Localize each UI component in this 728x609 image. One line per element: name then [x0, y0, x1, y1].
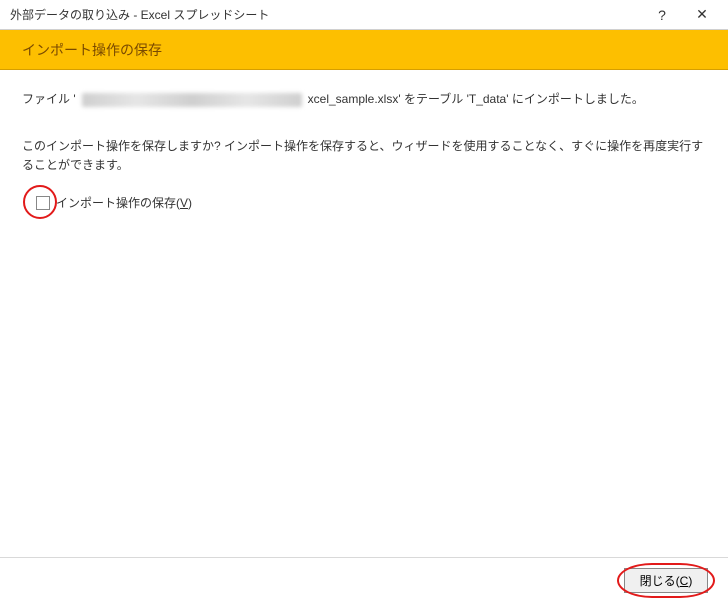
- file-suffix-text: xcel_sample.xlsx' をテーブル 'T_data' にインポートし…: [308, 90, 644, 109]
- checkbox-accelerator: V: [180, 196, 188, 210]
- window-title: 外部データの取り込み - Excel スプレッドシート: [10, 6, 642, 23]
- checkbox-label-prefix: インポート操作の保存(: [56, 196, 180, 210]
- save-import-checkbox-row[interactable]: インポート操作の保存(V): [36, 194, 706, 213]
- save-import-checkbox-label: インポート操作の保存(V): [56, 194, 192, 213]
- content-area: ファイル ' xcel_sample.xlsx' をテーブル 'T_data' …: [0, 70, 728, 213]
- wizard-header: インポート操作の保存: [0, 30, 728, 70]
- help-button[interactable]: ?: [642, 1, 682, 29]
- titlebar: 外部データの取り込み - Excel スプレッドシート ? ✕: [0, 0, 728, 30]
- footer: 閉じる(C): [0, 557, 728, 599]
- save-import-checkbox[interactable]: [36, 196, 50, 210]
- close-button[interactable]: 閉じる(C): [624, 568, 708, 593]
- redacted-path: [82, 93, 302, 107]
- import-result-line: ファイル ' xcel_sample.xlsx' をテーブル 'T_data' …: [22, 90, 706, 109]
- close-label-prefix: 閉じる(: [640, 574, 680, 588]
- file-prefix-text: ファイル ': [22, 90, 76, 109]
- wizard-title: インポート操作の保存: [22, 40, 162, 60]
- checkbox-label-suffix: ): [188, 196, 192, 210]
- close-label-suffix: ): [688, 574, 692, 588]
- close-window-button[interactable]: ✕: [682, 1, 722, 29]
- prompt-text: このインポート操作を保存しますか? インポート操作を保存すると、ウィザードを使用…: [22, 137, 706, 175]
